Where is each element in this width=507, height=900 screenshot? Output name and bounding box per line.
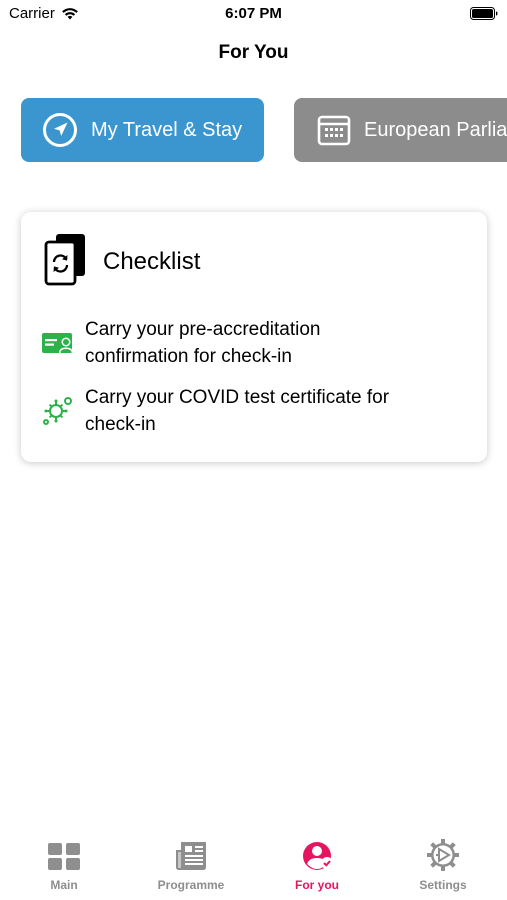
tab-for-you[interactable]: For you bbox=[254, 838, 380, 892]
checklist-card[interactable]: Checklist Carry your pre-accreditation c… bbox=[21, 212, 487, 462]
checklist-item[interactable]: Carry your COVID test certificate for ch… bbox=[41, 384, 389, 438]
status-time: 6:07 PM bbox=[225, 5, 282, 22]
tab-main[interactable]: Main bbox=[1, 838, 127, 892]
id-card-icon bbox=[41, 331, 85, 355]
tab-label: Settings bbox=[419, 878, 467, 892]
checklist-item-line: check-in bbox=[85, 414, 156, 435]
chip-label: European Parlia bbox=[364, 118, 507, 141]
tab-label: Programme bbox=[157, 878, 225, 892]
grid-icon bbox=[47, 838, 81, 872]
chip-my-travel-stay[interactable]: My Travel & Stay bbox=[21, 98, 264, 162]
user-circle-icon bbox=[299, 838, 335, 872]
checklist-item[interactable]: Carry your pre-accreditation confirmatio… bbox=[41, 316, 320, 370]
tab-programme[interactable]: Programme bbox=[128, 838, 254, 892]
tab-settings[interactable]: Settings bbox=[380, 838, 506, 892]
checklist-item-line: confirmation for check-in bbox=[85, 346, 292, 367]
tab-label: Main bbox=[50, 878, 78, 892]
checklist-header: Checklist bbox=[43, 232, 200, 291]
navigation-arrow-icon bbox=[42, 112, 78, 148]
calendar-icon bbox=[317, 114, 351, 146]
virus-icon bbox=[41, 394, 85, 428]
page-title: For You bbox=[218, 42, 289, 63]
gear-icon bbox=[426, 838, 460, 872]
tab-label: For you bbox=[295, 878, 339, 892]
newspaper-icon bbox=[174, 838, 208, 872]
chip-european-parliament[interactable]: European Parlia bbox=[294, 98, 507, 162]
chip-label: My Travel & Stay bbox=[91, 118, 243, 141]
checklist-title: Checklist bbox=[103, 247, 201, 275]
category-chip-row[interactable]: My Travel & Stay European Parlia bbox=[0, 98, 507, 162]
status-bar: Carrier 6:07 PM bbox=[0, 0, 507, 28]
checklist-item-text: Carry your COVID test certificate for ch… bbox=[85, 384, 389, 438]
tab-bar: Main Programme For you Settings bbox=[0, 838, 507, 900]
battery-icon bbox=[470, 7, 498, 25]
checklist-item-line: Carry your COVID test certificate for bbox=[85, 387, 390, 408]
documents-refresh-icon bbox=[43, 232, 89, 291]
checklist-item-line: Carry your pre-accreditation bbox=[85, 319, 321, 340]
checklist-item-text: Carry your pre-accreditation confirmatio… bbox=[85, 316, 320, 370]
